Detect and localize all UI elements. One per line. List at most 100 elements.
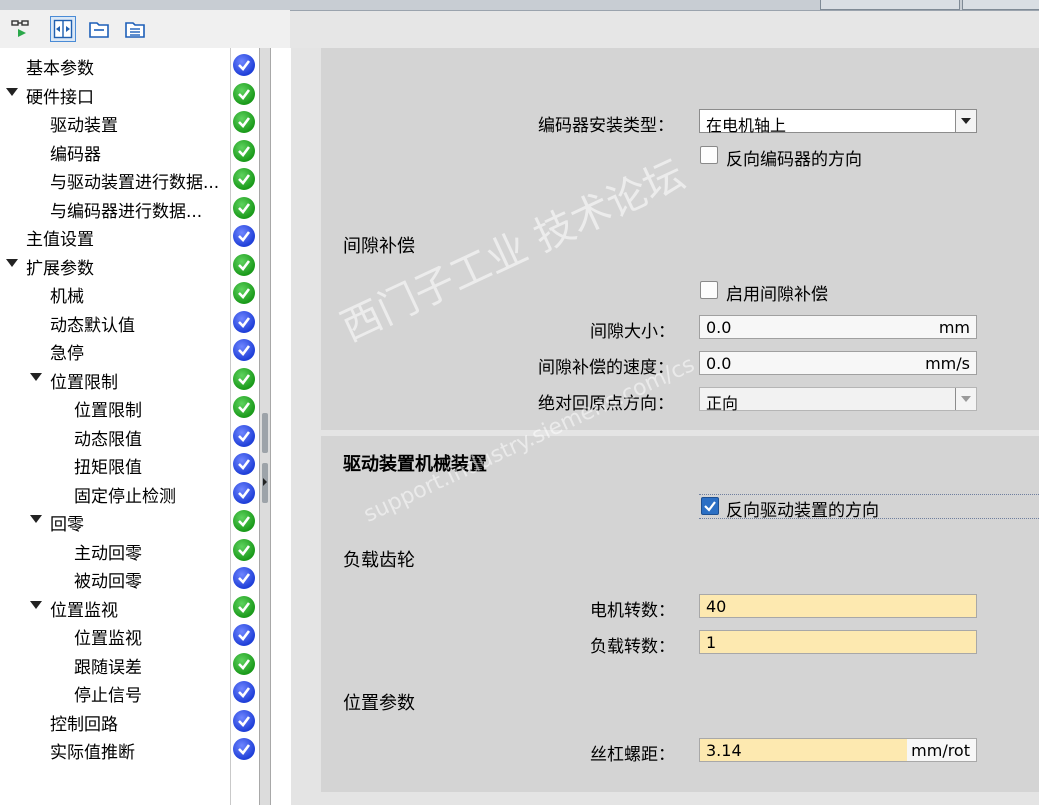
tree-item-label: 扩展参数 xyxy=(26,258,94,279)
invert-drive-checkbox[interactable] xyxy=(701,497,719,515)
status-check-icon xyxy=(233,453,255,475)
top-tab[interactable] xyxy=(962,0,1039,10)
tree-expander-icon[interactable] xyxy=(30,600,42,609)
folder-list-icon[interactable] xyxy=(122,16,148,42)
backlash-speed-field[interactable]: 0.0 mm/s xyxy=(699,351,977,375)
home-direction-value: 正向 xyxy=(706,394,739,413)
leadscrew-pitch-field[interactable]: 3.14 mm/rot xyxy=(699,738,977,762)
leadscrew-pitch-unit: mm/rot xyxy=(911,741,970,760)
tree-item[interactable]: 固定停止检测 xyxy=(0,479,259,507)
tree-item[interactable]: 驱动装置 xyxy=(0,108,259,136)
tree-item[interactable]: 硬件接口 xyxy=(0,80,259,108)
status-check-icon xyxy=(233,253,255,276)
tree-item[interactable]: 急停 xyxy=(0,336,259,364)
tree-item-label: 基本参数 xyxy=(26,59,94,79)
tree-expander-icon[interactable] xyxy=(6,87,18,96)
focus-outline-top xyxy=(699,494,1039,495)
tree-item[interactable]: 主值设置 xyxy=(0,222,259,250)
tree-item-label: 驱动装置 xyxy=(50,116,118,136)
tree-item[interactable]: 动态限值 xyxy=(0,422,259,450)
status-check-icon xyxy=(233,709,255,732)
home-direction-select[interactable]: 正向 xyxy=(699,387,977,413)
status-check-icon xyxy=(233,111,255,133)
status-check-icon xyxy=(233,424,255,447)
tree-item[interactable]: 编码器 xyxy=(0,137,259,165)
expand-right-arrow-icon[interactable] xyxy=(263,478,267,486)
tree-item[interactable]: 基本参数 xyxy=(0,51,259,79)
tree-item[interactable]: 主动回零 xyxy=(0,536,259,564)
tree-item[interactable]: 停止信号 xyxy=(0,678,259,706)
tree-item[interactable]: 与编码器进行数据... xyxy=(0,194,259,222)
tree-item[interactable]: 回零 xyxy=(0,507,259,535)
status-check-icon xyxy=(233,54,255,76)
panel-splitter[interactable] xyxy=(259,48,271,805)
folder-icon[interactable] xyxy=(86,16,112,42)
enable-backlash-checkbox[interactable] xyxy=(700,281,718,299)
encoder-mount-label: 编码器安装类型： xyxy=(538,116,674,136)
tree-item-label: 主值设置 xyxy=(26,230,94,250)
drive-mechanics-title: 驱动装置机械装置 xyxy=(343,454,487,475)
chevron-down-icon[interactable] xyxy=(955,110,976,132)
tree-item-label: 位置限制 xyxy=(50,372,118,393)
encoder-mount-select[interactable]: 在电机轴上 xyxy=(699,109,977,135)
tree-item-label: 跟随误差 xyxy=(74,657,142,678)
motor-revolutions-value: 40 xyxy=(706,597,727,616)
backlash-size-value: 0.0 xyxy=(706,318,732,337)
leadscrew-pitch-label: 丝杠螺距： xyxy=(590,745,675,765)
status-check-icon xyxy=(233,738,255,760)
tree-item-label: 位置限制 xyxy=(74,401,142,421)
tree-item[interactable]: 实际值推断 xyxy=(0,735,259,763)
backlash-speed-label: 间隙补偿的速度： xyxy=(538,358,674,378)
tree-item-label: 硬件接口 xyxy=(26,87,94,108)
tree-item[interactable]: 被动回零 xyxy=(0,564,259,592)
tree-item-label: 急停 xyxy=(50,344,84,364)
top-tab-active[interactable] xyxy=(820,0,960,10)
splitter-handle[interactable] xyxy=(262,413,268,453)
tree-item-label: 主动回零 xyxy=(74,543,142,564)
tree-expander-icon[interactable] xyxy=(6,258,18,267)
tree-item-label: 扭矩限值 xyxy=(74,458,142,478)
tree-item[interactable]: 扭矩限值 xyxy=(0,450,259,478)
encoder-mount-value: 在电机轴上 xyxy=(706,116,787,135)
tree-item[interactable]: 位置监视 xyxy=(0,621,259,649)
invert-encoder-checkbox[interactable] xyxy=(700,146,718,164)
motor-revolutions-label: 电机转数： xyxy=(590,601,675,621)
tree-item[interactable]: 位置限制 xyxy=(0,393,259,421)
tree-item-label: 实际值推断 xyxy=(50,743,135,763)
status-check-icon xyxy=(233,396,255,418)
motor-revolutions-field[interactable]: 40 xyxy=(699,594,977,618)
tree-item-label: 与编码器进行数据... xyxy=(50,201,203,222)
tree-item-label: 机械 xyxy=(50,282,84,307)
chevron-down-icon[interactable] xyxy=(955,388,976,410)
content-left-margin xyxy=(271,48,291,805)
tree-item[interactable]: 机械 xyxy=(0,279,259,307)
tree-item[interactable]: 跟随误差 xyxy=(0,650,259,678)
tree-item[interactable]: 动态默认值 xyxy=(0,308,259,336)
tree-expander-icon[interactable] xyxy=(30,372,42,381)
tree-item-label: 回零 xyxy=(50,515,84,535)
invert-encoder-label: 反向编码器的方向 xyxy=(726,150,862,170)
tree-item[interactable]: 位置限制 xyxy=(0,365,259,393)
status-check-icon xyxy=(233,681,255,703)
tree-item[interactable]: 扩展参数 xyxy=(0,251,259,279)
backlash-speed-unit: mm/s xyxy=(925,354,970,373)
status-check-icon xyxy=(233,538,255,561)
leadscrew-pitch-value: 3.14 xyxy=(706,741,742,760)
status-check-icon xyxy=(233,567,255,589)
status-check-icon xyxy=(233,595,255,618)
backlash-size-field[interactable]: 0.0 mm xyxy=(699,315,977,339)
tree-expander-icon[interactable] xyxy=(30,515,42,523)
load-revolutions-field[interactable]: 1 xyxy=(699,630,977,654)
simulate-icon[interactable] xyxy=(8,16,34,42)
toolbar xyxy=(0,10,290,48)
navigation-tree: 基本参数硬件接口驱动装置 编码器 与驱动装置进行数据... 与编码器进行数据... 主值… xyxy=(0,48,259,805)
tree-item[interactable]: 位置监视 xyxy=(0,593,259,621)
backlash-size-unit: mm xyxy=(938,318,970,337)
backlash-section-title: 间隙补偿 xyxy=(343,236,415,257)
status-check-icon xyxy=(233,481,255,504)
tree-item[interactable]: 控制回路 xyxy=(0,707,259,735)
status-check-icon xyxy=(233,624,255,646)
expand-view-icon[interactable] xyxy=(50,16,76,42)
tree-item[interactable]: 与驱动装置进行数据... xyxy=(0,165,259,193)
tree-status-divider xyxy=(230,48,231,805)
